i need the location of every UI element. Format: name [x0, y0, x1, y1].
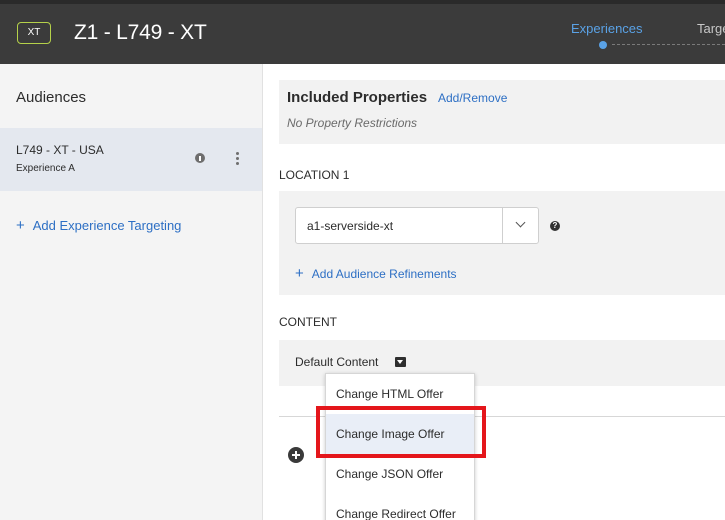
add-refinements-label: Add Audience Refinements	[311, 267, 457, 281]
help-icon[interactable]: ?	[550, 221, 560, 231]
audiences-title: Audiences	[16, 89, 87, 106]
included-properties-title: Included Properties	[287, 89, 428, 106]
add-remove-link[interactable]: Add/Remove	[438, 91, 507, 105]
step-indicator-dot	[599, 41, 607, 49]
location-select-value: a1-serverside-xt	[307, 219, 394, 233]
add-audience-refinements-link[interactable]: + Add Audience Refinements	[295, 265, 457, 282]
top-header: XT Z1 - L749 - XT Experiences Targeting	[0, 0, 725, 64]
included-properties-section: Included Properties Add/Remove No Proper…	[279, 80, 725, 144]
add-location-icon[interactable]	[288, 447, 304, 463]
property-restrictions-text: No Property Restrictions	[287, 116, 418, 130]
content-dropdown-icon[interactable]	[395, 357, 406, 367]
select-divider	[502, 208, 503, 243]
audience-name: L749 - XT - USA	[16, 143, 104, 157]
more-options-icon[interactable]	[236, 152, 240, 166]
activity-type-badge: XT	[17, 22, 51, 44]
content-options-menu: Change HTML Offer Change Image Offer Cha…	[325, 373, 475, 520]
plus-icon: +	[295, 265, 304, 282]
menu-item-change-image-offer[interactable]: Change Image Offer	[326, 414, 474, 454]
step-targeting[interactable]: Targeting	[697, 21, 725, 36]
location-select[interactable]: a1-serverside-xt	[295, 207, 539, 244]
default-content-label: Default Content	[295, 355, 379, 369]
add-experience-targeting-link[interactable]: + Add Experience Targeting	[16, 217, 181, 234]
menu-item-change-html-offer[interactable]: Change HTML Offer	[326, 374, 474, 414]
menu-item-change-redirect-offer[interactable]: Change Redirect Offer	[326, 494, 474, 520]
step-progress-line	[612, 44, 725, 45]
step-experiences[interactable]: Experiences	[571, 21, 643, 36]
audiences-panel: Audiences L749 - XT - USA Experience A +…	[0, 64, 263, 520]
audience-experience: Experience A	[16, 163, 75, 174]
plus-icon: +	[16, 217, 25, 234]
header-strip	[0, 0, 725, 4]
location-section: a1-serverside-xt ? + Add Audience Refinem…	[279, 191, 725, 295]
audience-item[interactable]: L749 - XT - USA Experience A	[0, 128, 262, 191]
content-label: CONTENT	[279, 315, 337, 329]
info-icon[interactable]	[195, 153, 205, 163]
menu-item-change-json-offer[interactable]: Change JSON Offer	[326, 454, 474, 494]
add-targeting-label: Add Experience Targeting	[32, 218, 182, 233]
location-label: LOCATION 1	[279, 168, 350, 182]
activity-title: Z1 - L749 - XT	[74, 21, 207, 44]
chevron-down-icon[interactable]	[515, 217, 526, 228]
